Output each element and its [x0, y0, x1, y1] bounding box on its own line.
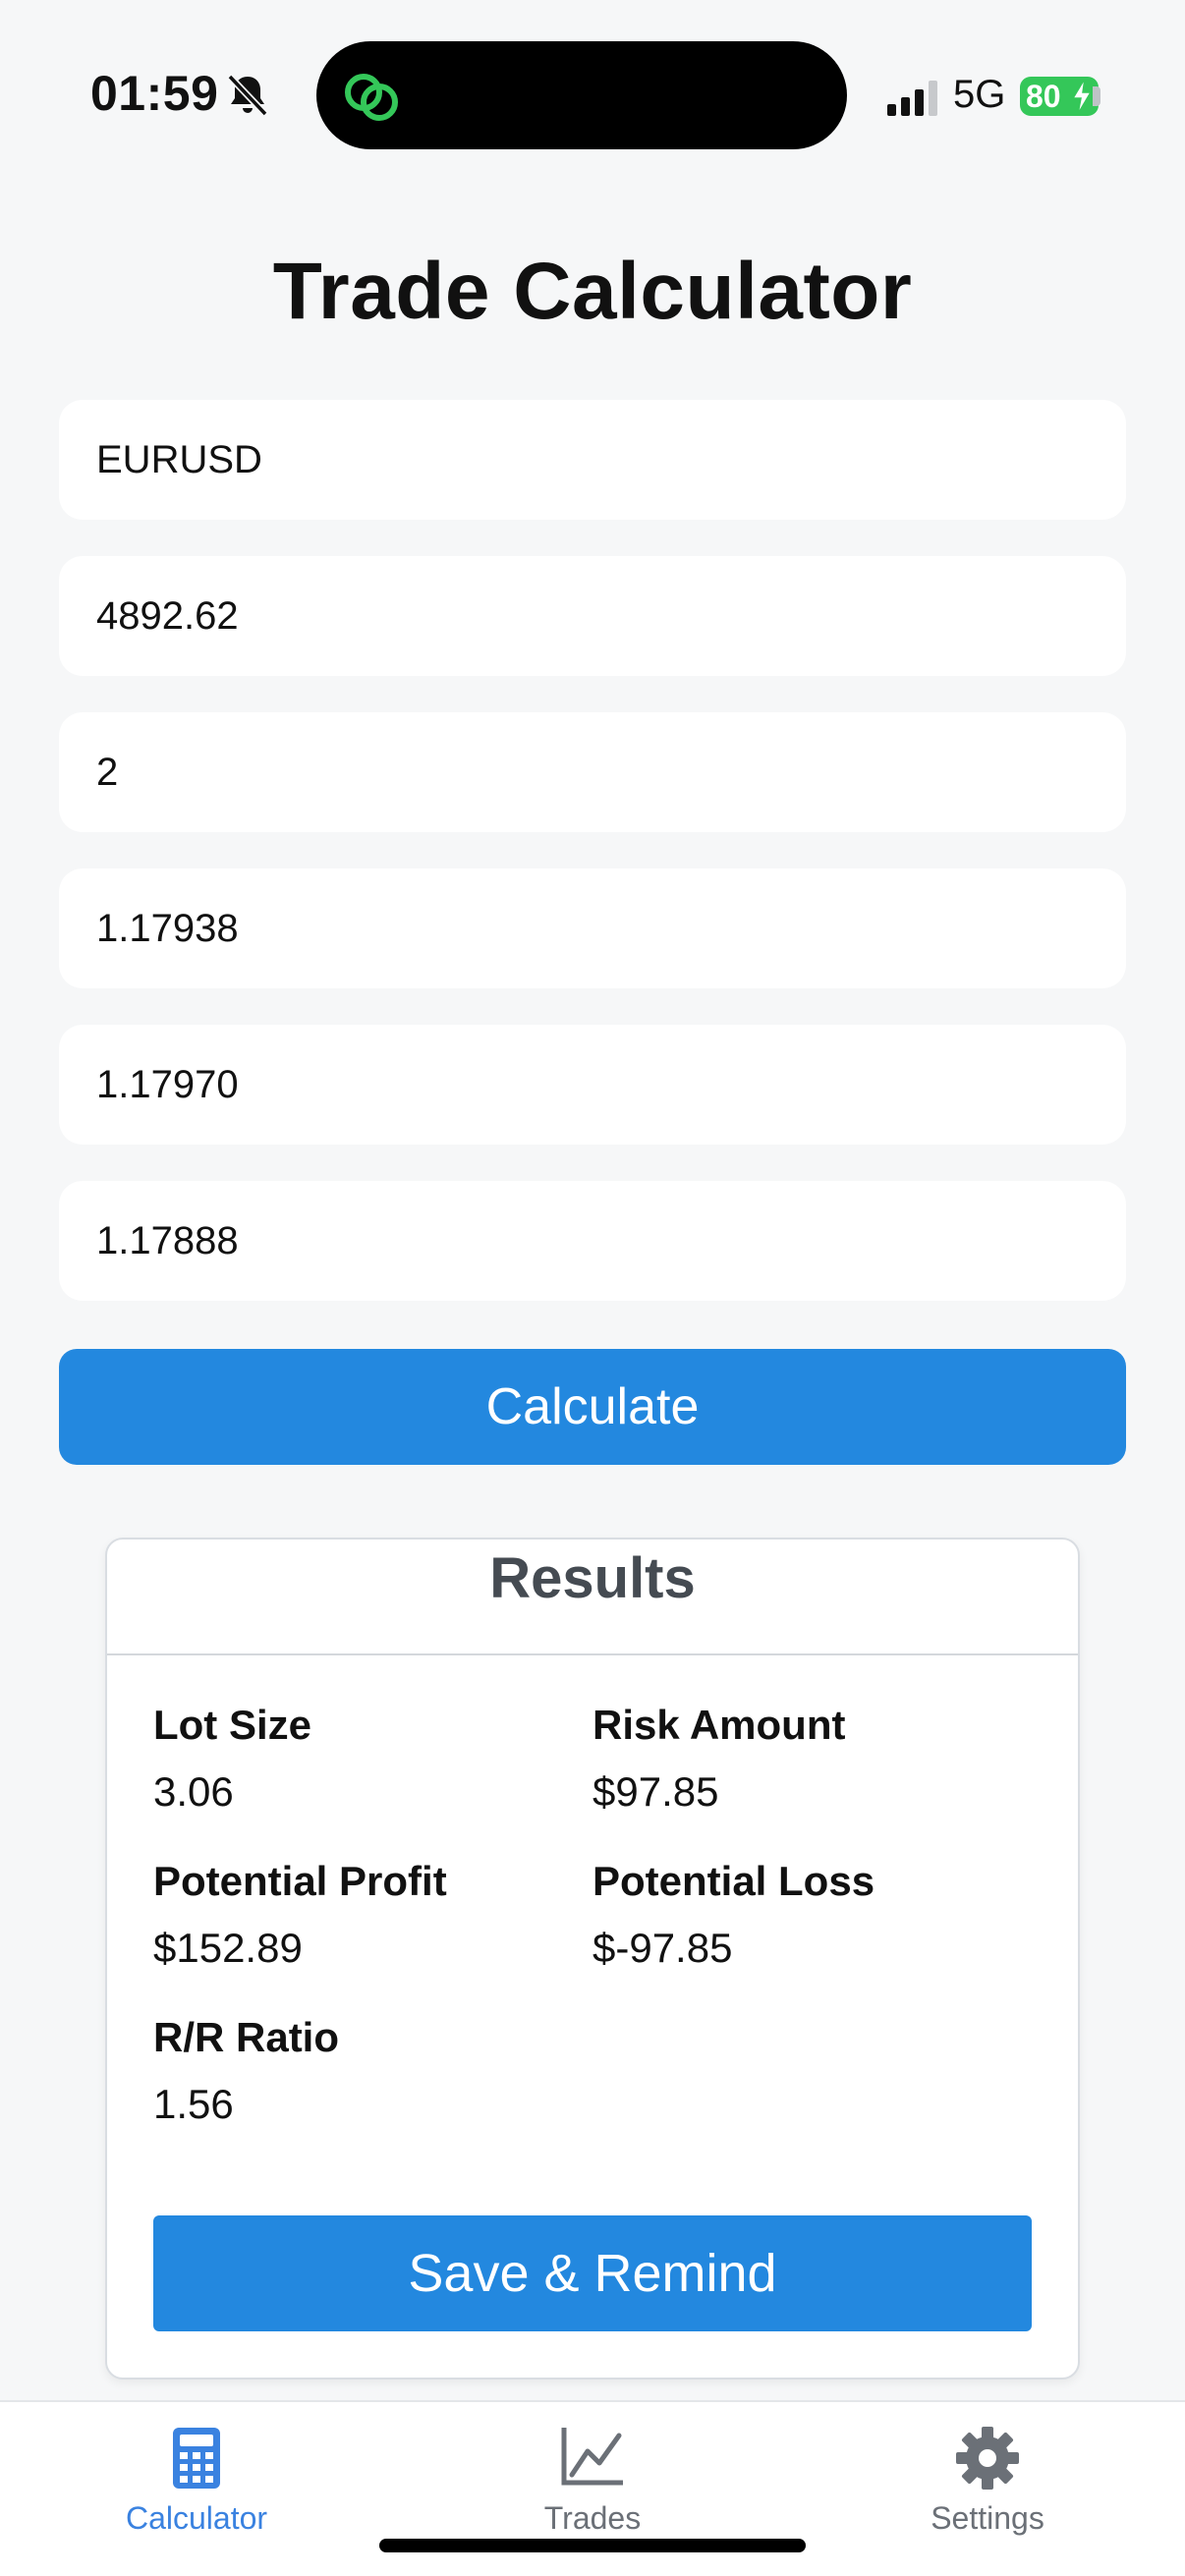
results-divider: [107, 1653, 1078, 1655]
status-time: 01:59: [90, 66, 219, 121]
network-type: 5G: [953, 73, 1006, 116]
tab-trades-label: Trades: [543, 2500, 642, 2536]
results-title: Results: [489, 1546, 696, 1610]
rr-ratio-label: R/R Ratio: [153, 2014, 339, 2060]
potential-profit-label: Potential Profit: [153, 1858, 447, 1904]
risk-amount-value: $97.85: [592, 1768, 719, 1815]
tab-calculator-label: Calculator: [125, 2500, 268, 2536]
results-card: Results Lot Size 3.06 Risk Amount $97.85…: [105, 1538, 1080, 2380]
potential-loss-label: Potential Loss: [592, 1858, 875, 1904]
home-indicator[interactable]: [379, 2539, 806, 2552]
page-title: Trade Calculator: [272, 247, 913, 336]
tab-settings-label: Settings: [931, 2500, 1044, 2536]
stop-loss-input[interactable]: [59, 1181, 1126, 1301]
potential-profit-value: $152.89: [153, 1925, 303, 1971]
app-logo-icon: [345, 74, 398, 121]
cellular-signal-icon: [887, 81, 937, 116]
tab-calculator[interactable]: Calculator: [49, 2402, 344, 2559]
calculator-icon: [173, 2428, 220, 2489]
risk-percent-input[interactable]: [59, 712, 1126, 832]
rr-ratio-value: 1.56: [153, 2081, 234, 2127]
tab-trades[interactable]: Trades: [445, 2402, 740, 2559]
screen: 01:59 5G 80 Trade Calculator Calculate R…: [0, 0, 1185, 2576]
battery-percent: 80: [1026, 79, 1061, 114]
tab-settings[interactable]: Settings: [840, 2402, 1135, 2559]
gear-icon: [956, 2427, 1019, 2490]
entry-price-input[interactable]: [59, 868, 1126, 988]
dynamic-island: [316, 41, 847, 149]
take-profit-input[interactable]: [59, 1025, 1126, 1145]
bell-muted-icon: [227, 74, 268, 117]
calculate-button[interactable]: Calculate: [59, 1349, 1126, 1465]
lot-size-label: Lot Size: [153, 1702, 312, 1748]
charging-bolt-icon: [1071, 79, 1093, 114]
battery-cap: [1093, 86, 1100, 106]
potential-loss-value: $-97.85: [592, 1925, 733, 1971]
symbol-input[interactable]: [59, 400, 1126, 520]
save-remind-button[interactable]: Save & Remind: [153, 2215, 1032, 2331]
line-chart-icon: [561, 2428, 623, 2486]
risk-amount-label: Risk Amount: [592, 1702, 846, 1748]
balance-input[interactable]: [59, 556, 1126, 676]
lot-size-value: 3.06: [153, 1768, 234, 1815]
